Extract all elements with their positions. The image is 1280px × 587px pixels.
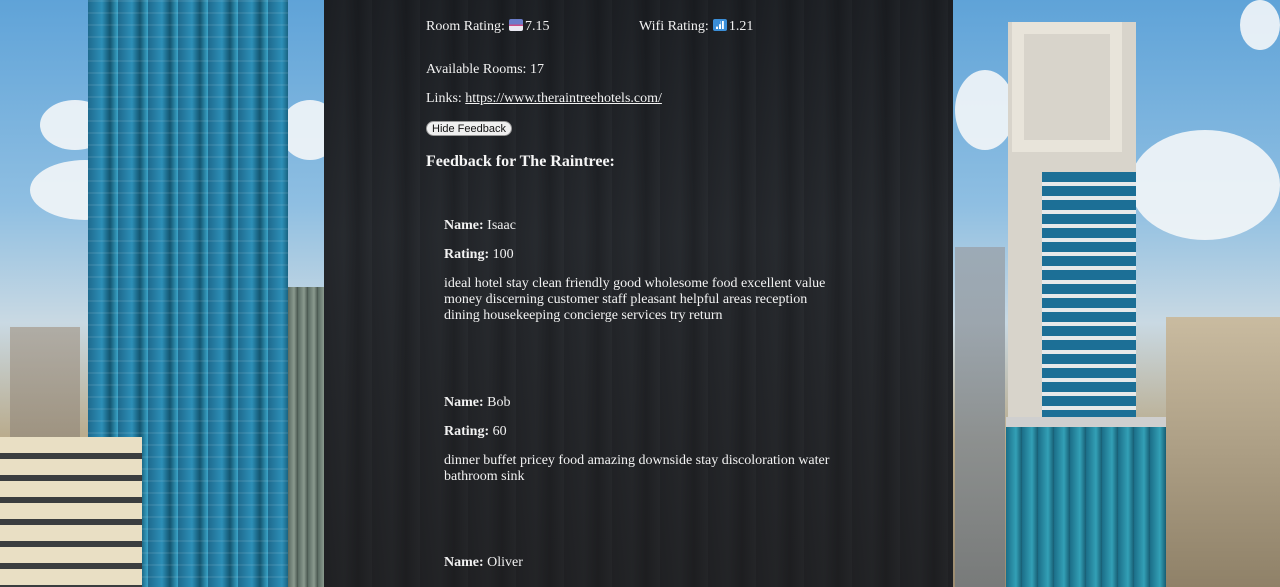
rating-label: Rating: [444,247,490,262]
hotel-website-link[interactable]: https://www.theraintreehotels.com/ [465,91,662,106]
feedback-name: Name: Bob [444,395,511,411]
name-label: Name: [444,218,484,233]
feedback-name: Name: Oliver [444,555,523,571]
available-rooms: Available Rooms: 17 [426,62,544,78]
rating-label: Rating: [444,424,490,439]
available-rooms-label: Available Rooms: [426,62,527,77]
wifi-rating-value: 1.21 [728,19,754,34]
links-row: Links: https://www.theraintreehotels.com… [426,91,662,107]
cloud [1130,130,1280,240]
wifi-rating-label: Wifi Rating: [639,19,709,34]
room-rating-value: 7.15 [524,19,550,34]
name-label: Name: [444,555,484,570]
room-rating: Room Rating: 7.15 [426,19,549,35]
reviewer-name: Bob [487,395,511,410]
available-rooms-value: 17 [529,62,544,77]
building [955,247,1005,587]
building [0,437,142,587]
hide-feedback-button[interactable]: Hide Feedback [426,121,512,136]
cloud [1240,0,1280,50]
links-label: Links: [426,91,462,106]
feedback-comment: ideal hotel stay clean friendly good who… [444,276,826,323]
feedback-comment: dinner buffet pricey food amazing downsi… [444,453,830,484]
reviewer-name: Isaac [487,218,516,233]
feedback-title: Feedback for The Raintree: [426,153,615,170]
bed-icon [508,19,523,31]
building [1166,317,1280,587]
ratings-row: Room Rating: 7.15 Wifi Rating: 1.21 [426,19,926,37]
feedback-name: Name: Isaac [444,218,516,234]
name-label: Name: [444,395,484,410]
rating-value: 60 [492,424,507,439]
feedback-rating: Rating: 60 [444,424,507,440]
building [1006,417,1166,587]
reviewer-name: Oliver [487,555,523,570]
feedback-rating: Rating: 100 [444,247,514,263]
signal-bars-icon [712,19,727,31]
building [288,287,328,587]
cloud [955,70,1015,150]
room-rating-label: Room Rating: [426,19,505,34]
rating-value: 100 [492,247,514,262]
wifi-rating: Wifi Rating: 1.21 [639,19,753,35]
